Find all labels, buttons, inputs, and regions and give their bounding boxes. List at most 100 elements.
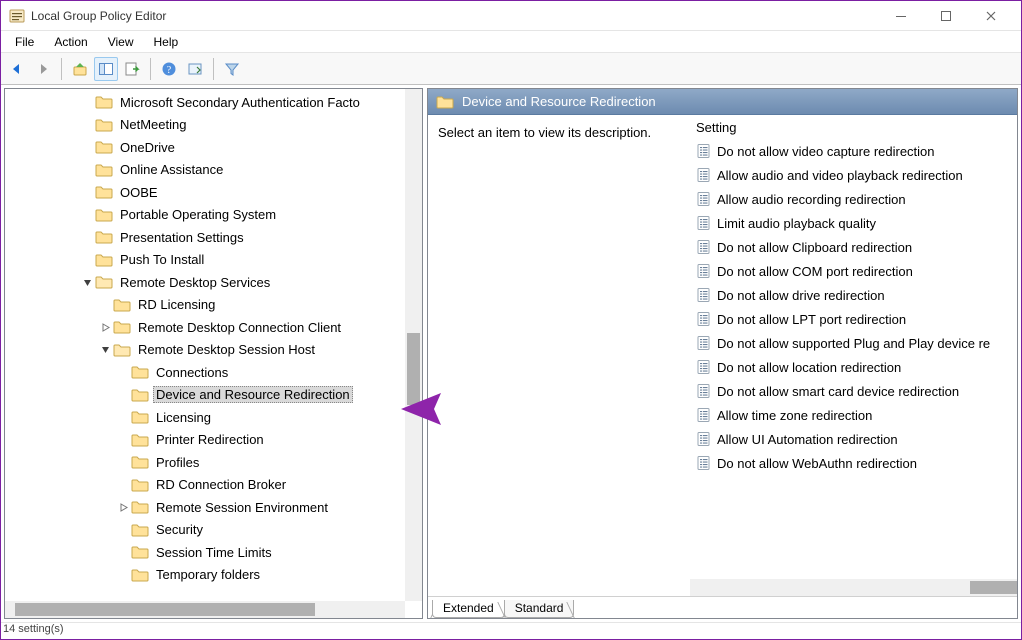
tree-item[interactable]: Portable Operating System <box>5 204 422 227</box>
policy-icon <box>696 431 712 447</box>
setting-item[interactable]: Allow time zone redirection <box>690 403 1017 427</box>
tree-item-label: Online Assistance <box>117 161 226 178</box>
setting-item[interactable]: Do not allow WebAuthn redirection <box>690 451 1017 475</box>
menu-file[interactable]: File <box>5 33 44 51</box>
tree-item[interactable]: Profiles <box>5 451 422 474</box>
tree-item-label: Profiles <box>153 454 202 471</box>
menu-help[interactable]: Help <box>144 33 189 51</box>
tree-item[interactable]: Remote Desktop Services <box>5 271 422 294</box>
tree-item[interactable]: Session Time Limits <box>5 541 422 564</box>
setting-item[interactable]: Do not allow video capture redirection <box>690 139 1017 163</box>
chevron-right-icon[interactable] <box>97 323 113 332</box>
tree-item[interactable]: Temporary folders <box>5 564 422 587</box>
folder-icon <box>131 567 149 583</box>
setting-label: Do not allow smart card device redirecti… <box>717 384 959 399</box>
chevron-down-icon[interactable] <box>79 278 95 287</box>
tree-item-label: Remote Desktop Services <box>117 274 273 291</box>
setting-label: Do not allow drive redirection <box>717 288 885 303</box>
tree-item[interactable]: Device and Resource Redirection <box>5 384 422 407</box>
filter-button[interactable] <box>220 57 244 81</box>
tree-item[interactable]: Connections <box>5 361 422 384</box>
policy-icon <box>696 311 712 327</box>
tree-item[interactable]: RD Licensing <box>5 294 422 317</box>
menu-view[interactable]: View <box>98 33 144 51</box>
setting-item[interactable]: Allow audio and video playback redirecti… <box>690 163 1017 187</box>
show-hide-tree-button[interactable] <box>94 57 118 81</box>
export-list-button[interactable] <box>120 57 144 81</box>
tree-item[interactable]: Presentation Settings <box>5 226 422 249</box>
description-column: Select an item to view its description. <box>428 115 690 596</box>
details-pane: Device and Resource Redirection Select a… <box>427 88 1018 619</box>
tree-item[interactable]: NetMeeting <box>5 114 422 137</box>
policy-icon <box>696 383 712 399</box>
setting-item[interactable]: Do not allow supported Plug and Play dev… <box>690 331 1017 355</box>
tree-item-label: NetMeeting <box>117 116 189 133</box>
folder-icon <box>95 229 113 245</box>
tree-item[interactable]: OneDrive <box>5 136 422 159</box>
tree-item[interactable]: Security <box>5 519 422 542</box>
setting-label: Allow time zone redirection <box>717 408 872 423</box>
setting-label: Do not allow LPT port redirection <box>717 312 906 327</box>
tree-item[interactable]: Remote Desktop Connection Client <box>5 316 422 339</box>
setting-item[interactable]: Do not allow LPT port redirection <box>690 307 1017 331</box>
tree-item[interactable]: Licensing <box>5 406 422 429</box>
setting-item[interactable]: Do not allow Clipboard redirection <box>690 235 1017 259</box>
close-button[interactable] <box>968 1 1013 31</box>
tree-item-label: Security <box>153 521 206 538</box>
tree-scrollbar-horizontal[interactable] <box>5 601 405 618</box>
maximize-button[interactable] <box>923 1 968 31</box>
tree-item-label: Remote Session Environment <box>153 499 331 516</box>
tree-item-label: Microsoft Secondary Authentication Facto <box>117 94 363 111</box>
forward-button[interactable] <box>31 57 55 81</box>
list-scrollbar-horizontal[interactable] <box>690 579 1017 596</box>
setting-item[interactable]: Do not allow drive redirection <box>690 283 1017 307</box>
column-header-setting[interactable]: Setting <box>690 115 1017 139</box>
setting-item[interactable]: Limit audio playback quality <box>690 211 1017 235</box>
folder-icon <box>113 342 131 358</box>
policy-icon <box>696 215 712 231</box>
tree-item[interactable]: Microsoft Secondary Authentication Facto <box>5 91 422 114</box>
policy-icon <box>696 287 712 303</box>
policy-icon <box>696 359 712 375</box>
status-text: 14 setting(s) <box>3 623 64 635</box>
setting-item[interactable]: Allow UI Automation redirection <box>690 427 1017 451</box>
policy-icon <box>696 191 712 207</box>
setting-item[interactable]: Allow audio recording redirection <box>690 187 1017 211</box>
tree-item[interactable]: Remote Desktop Session Host <box>5 339 422 362</box>
setting-label: Allow audio and video playback redirecti… <box>717 168 963 183</box>
folder-icon <box>113 319 131 335</box>
setting-item[interactable]: Do not allow smart card device redirecti… <box>690 379 1017 403</box>
tree-item-label: Remote Desktop Connection Client <box>135 319 344 336</box>
minimize-button[interactable] <box>878 1 923 31</box>
tree-item[interactable]: Online Assistance <box>5 159 422 182</box>
tree-item-label: Remote Desktop Session Host <box>135 341 318 358</box>
chevron-right-icon[interactable] <box>115 503 131 512</box>
folder-icon <box>95 117 113 133</box>
help-button[interactable]: ? <box>157 57 181 81</box>
toolbar: ? <box>1 53 1021 85</box>
setting-label: Allow UI Automation redirection <box>717 432 898 447</box>
tree-item-label: Portable Operating System <box>117 206 279 223</box>
setting-label: Limit audio playback quality <box>717 216 876 231</box>
setting-item[interactable]: Do not allow location redirection <box>690 355 1017 379</box>
tree-item[interactable]: Remote Session Environment <box>5 496 422 519</box>
up-button[interactable] <box>68 57 92 81</box>
menu-action[interactable]: Action <box>44 33 97 51</box>
tree-item[interactable]: Printer Redirection <box>5 429 422 452</box>
back-button[interactable] <box>5 57 29 81</box>
policy-icon <box>696 167 712 183</box>
setting-item[interactable]: Do not allow COM port redirection <box>690 259 1017 283</box>
properties-button[interactable] <box>183 57 207 81</box>
tree-item[interactable]: OOBE <box>5 181 422 204</box>
tree-item[interactable]: Push To Install <box>5 249 422 272</box>
tab-extended[interactable]: Extended <box>432 600 505 618</box>
setting-label: Do not allow COM port redirection <box>717 264 913 279</box>
tab-standard[interactable]: Standard <box>504 600 575 618</box>
tree-item[interactable]: RD Connection Broker <box>5 474 422 497</box>
tree-scrollbar-vertical[interactable] <box>405 89 422 601</box>
tree-item-label: Connections <box>153 364 231 381</box>
folder-icon <box>95 162 113 178</box>
status-bar: 14 setting(s) <box>1 622 1021 639</box>
chevron-down-icon[interactable] <box>97 345 113 354</box>
tree-item-label: RD Connection Broker <box>153 476 289 493</box>
